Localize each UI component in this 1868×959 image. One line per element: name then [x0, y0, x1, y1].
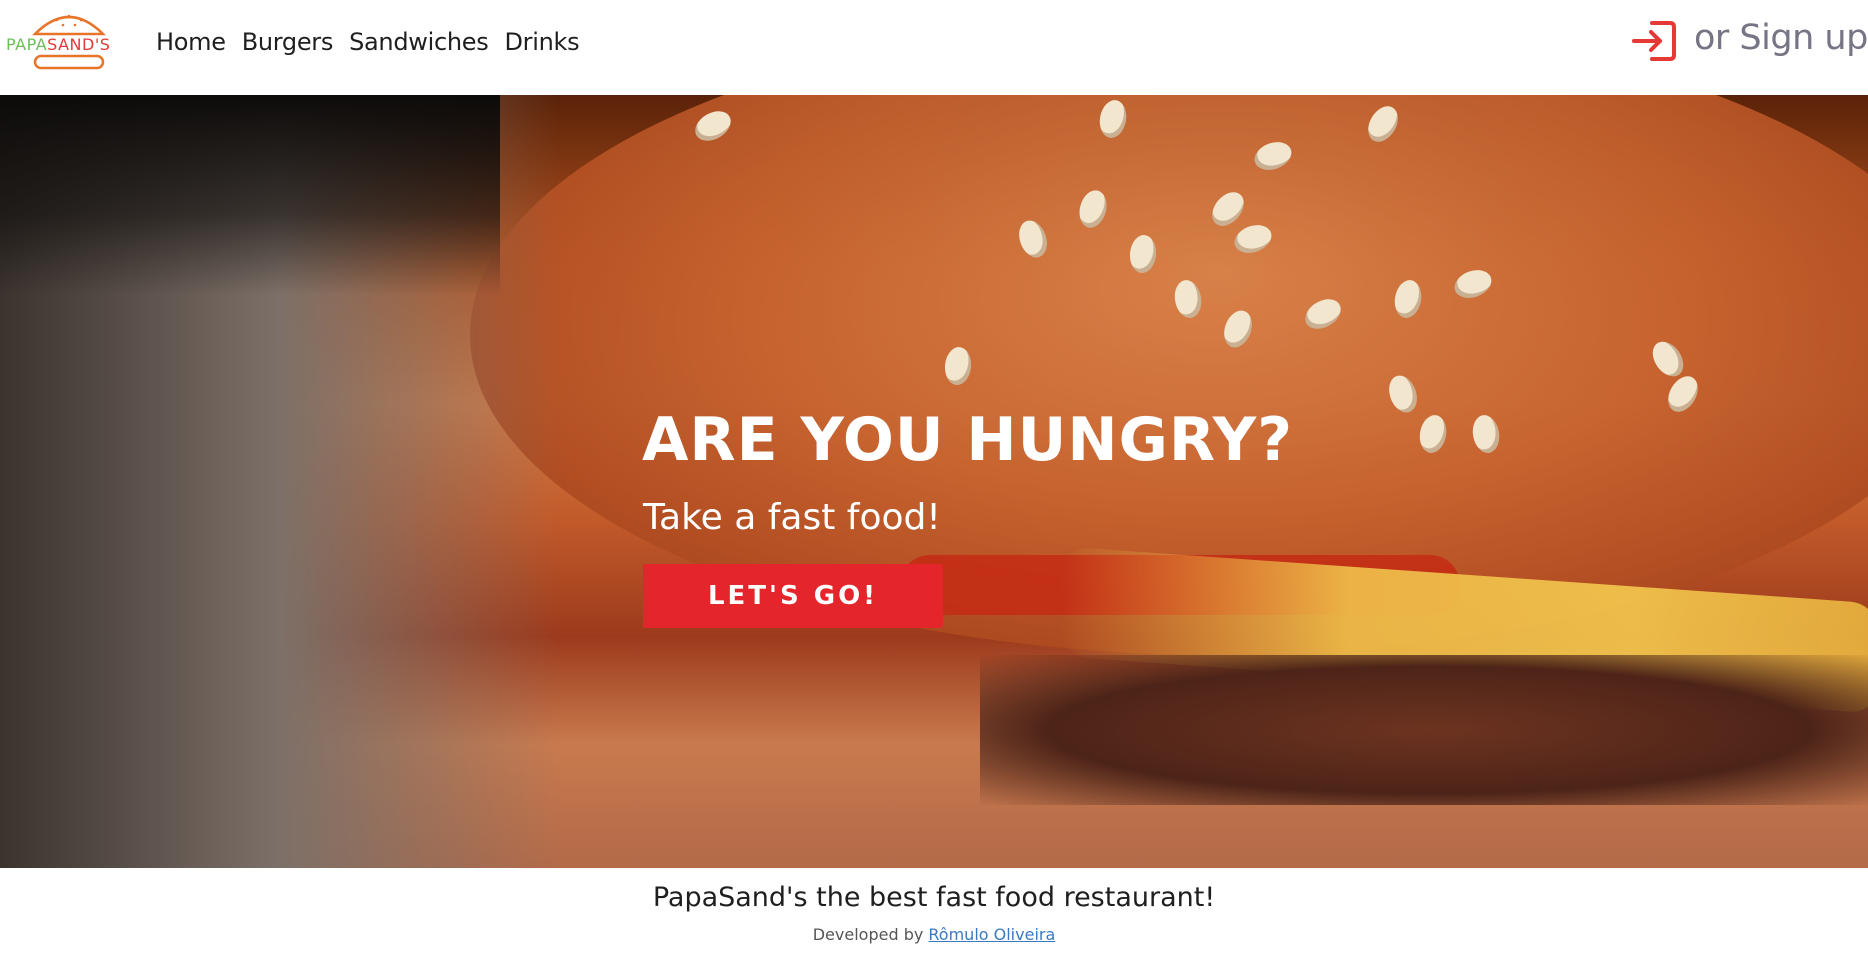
- brand-wordmark: PAPASAND'S: [6, 35, 132, 54]
- nav-link-home[interactable]: Home: [156, 28, 226, 56]
- footer-credit: Developed by Rômulo Oliveira: [0, 925, 1868, 944]
- brand-logo[interactable]: PAPASAND'S: [6, 6, 132, 72]
- hero-title: ARE YOU HUNGRY?: [642, 405, 1294, 475]
- nav-link-burgers[interactable]: Burgers: [242, 28, 334, 56]
- top-navbar: PAPASAND'S Home Burgers Sandwiches Drink…: [0, 0, 1868, 96]
- signup-link[interactable]: or Sign up: [1694, 18, 1868, 58]
- page-footer: PapaSand's the best fast food restaurant…: [0, 868, 1868, 959]
- hero-patty-shape: [980, 655, 1868, 805]
- main-nav: Home Burgers Sandwiches Drinks: [156, 28, 580, 56]
- footer-credit-prefix: Developed by: [812, 925, 929, 944]
- brand-part-papa: PAPA: [6, 35, 48, 54]
- nav-link-sandwiches[interactable]: Sandwiches: [349, 28, 489, 56]
- sign-in-icon[interactable]: [1630, 20, 1678, 62]
- lets-go-button[interactable]: LET'S GO!: [643, 564, 943, 628]
- brand-part-sands: SAND'S: [47, 35, 111, 54]
- developer-link[interactable]: Rômulo Oliveira: [928, 925, 1055, 944]
- hero-subtitle: Take a fast food!: [643, 497, 941, 538]
- nav-link-drinks[interactable]: Drinks: [504, 28, 579, 56]
- footer-tagline: PapaSand's the best fast food restaurant…: [652, 882, 1216, 913]
- hero-banner: ARE YOU HUNGRY? Take a fast food! LET'S …: [0, 95, 1868, 868]
- hero-background-dark-corner: [0, 95, 500, 295]
